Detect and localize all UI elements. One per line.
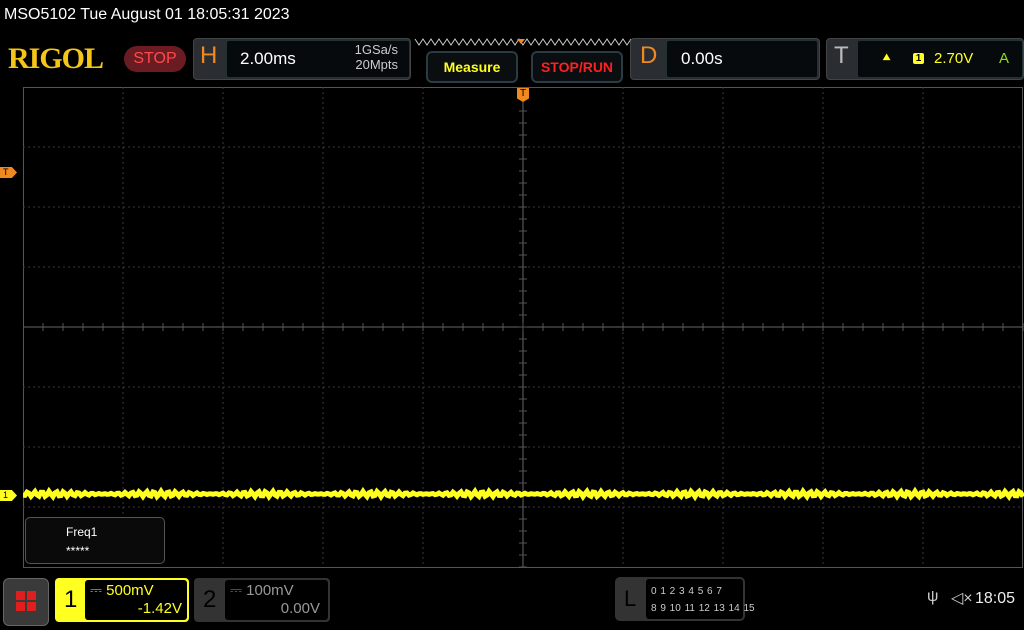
delay-label: D	[640, 42, 658, 69]
channel2-number: 2	[203, 586, 217, 613]
usb-icon: ψ	[927, 588, 939, 605]
channel1-scale-row: ⎓ 500mV	[90, 582, 154, 599]
delay-value: 0.00s	[681, 49, 723, 68]
horizontal-label: H	[200, 42, 218, 69]
channel1-offset: -1.42V	[137, 600, 182, 617]
run-status-badge: STOP	[124, 46, 186, 72]
channel2-offset: 0.00V	[280, 600, 320, 617]
waveform-grid[interactable]	[23, 87, 1024, 569]
channel2-scale: 100mV	[246, 582, 294, 599]
waveform-overview	[414, 38, 632, 46]
speaker-muted-icon[interactable]: ◁×	[951, 588, 973, 608]
dc-coupling-icon: ⎓	[230, 582, 247, 599]
sample-rate: 1GSa/s	[354, 42, 398, 57]
channel1-offset-marker[interactable]: 1	[0, 490, 17, 501]
title-bar: MSO5102 Tue August 01 18:05:31 2023	[4, 6, 290, 23]
memory-depth: 20Mpts	[355, 57, 398, 72]
trigger-level: 2.70V	[934, 50, 974, 67]
rigol-logo: RIGOL	[8, 42, 104, 75]
measure-button[interactable]: Measure	[426, 51, 518, 83]
trigger-label: T	[834, 42, 849, 69]
trigger-level-marker[interactable]: T	[0, 167, 17, 178]
timebase-value: 2.00ms	[240, 49, 296, 68]
measurement-value: *****	[66, 544, 90, 558]
logic-label: L	[624, 586, 637, 611]
logic-channels-row1: 0 1 2 3 4 5 6 7	[651, 586, 722, 597]
sample-info: 1GSa/s 20Mpts	[330, 42, 398, 72]
clock: 18:05	[975, 590, 1016, 607]
trigger-mode: A	[999, 50, 1010, 67]
dc-coupling-icon: ⎓	[90, 582, 107, 599]
main-menu-button[interactable]	[3, 578, 49, 626]
channel1-number: 1	[64, 586, 78, 613]
stop-run-button[interactable]: STOP/RUN	[531, 51, 623, 83]
channel2-scale-row: ⎓ 100mV	[230, 582, 294, 599]
channel1-scale: 500mV	[106, 582, 154, 599]
rising-edge-icon: ⯅	[881, 49, 893, 65]
logic-channels-row2: 8 9 10 11 12 13 14 15	[651, 603, 755, 614]
measurement-label: Freq1	[66, 525, 98, 539]
trigger-source: 1	[913, 53, 924, 64]
channel1-trace	[23, 486, 1024, 502]
